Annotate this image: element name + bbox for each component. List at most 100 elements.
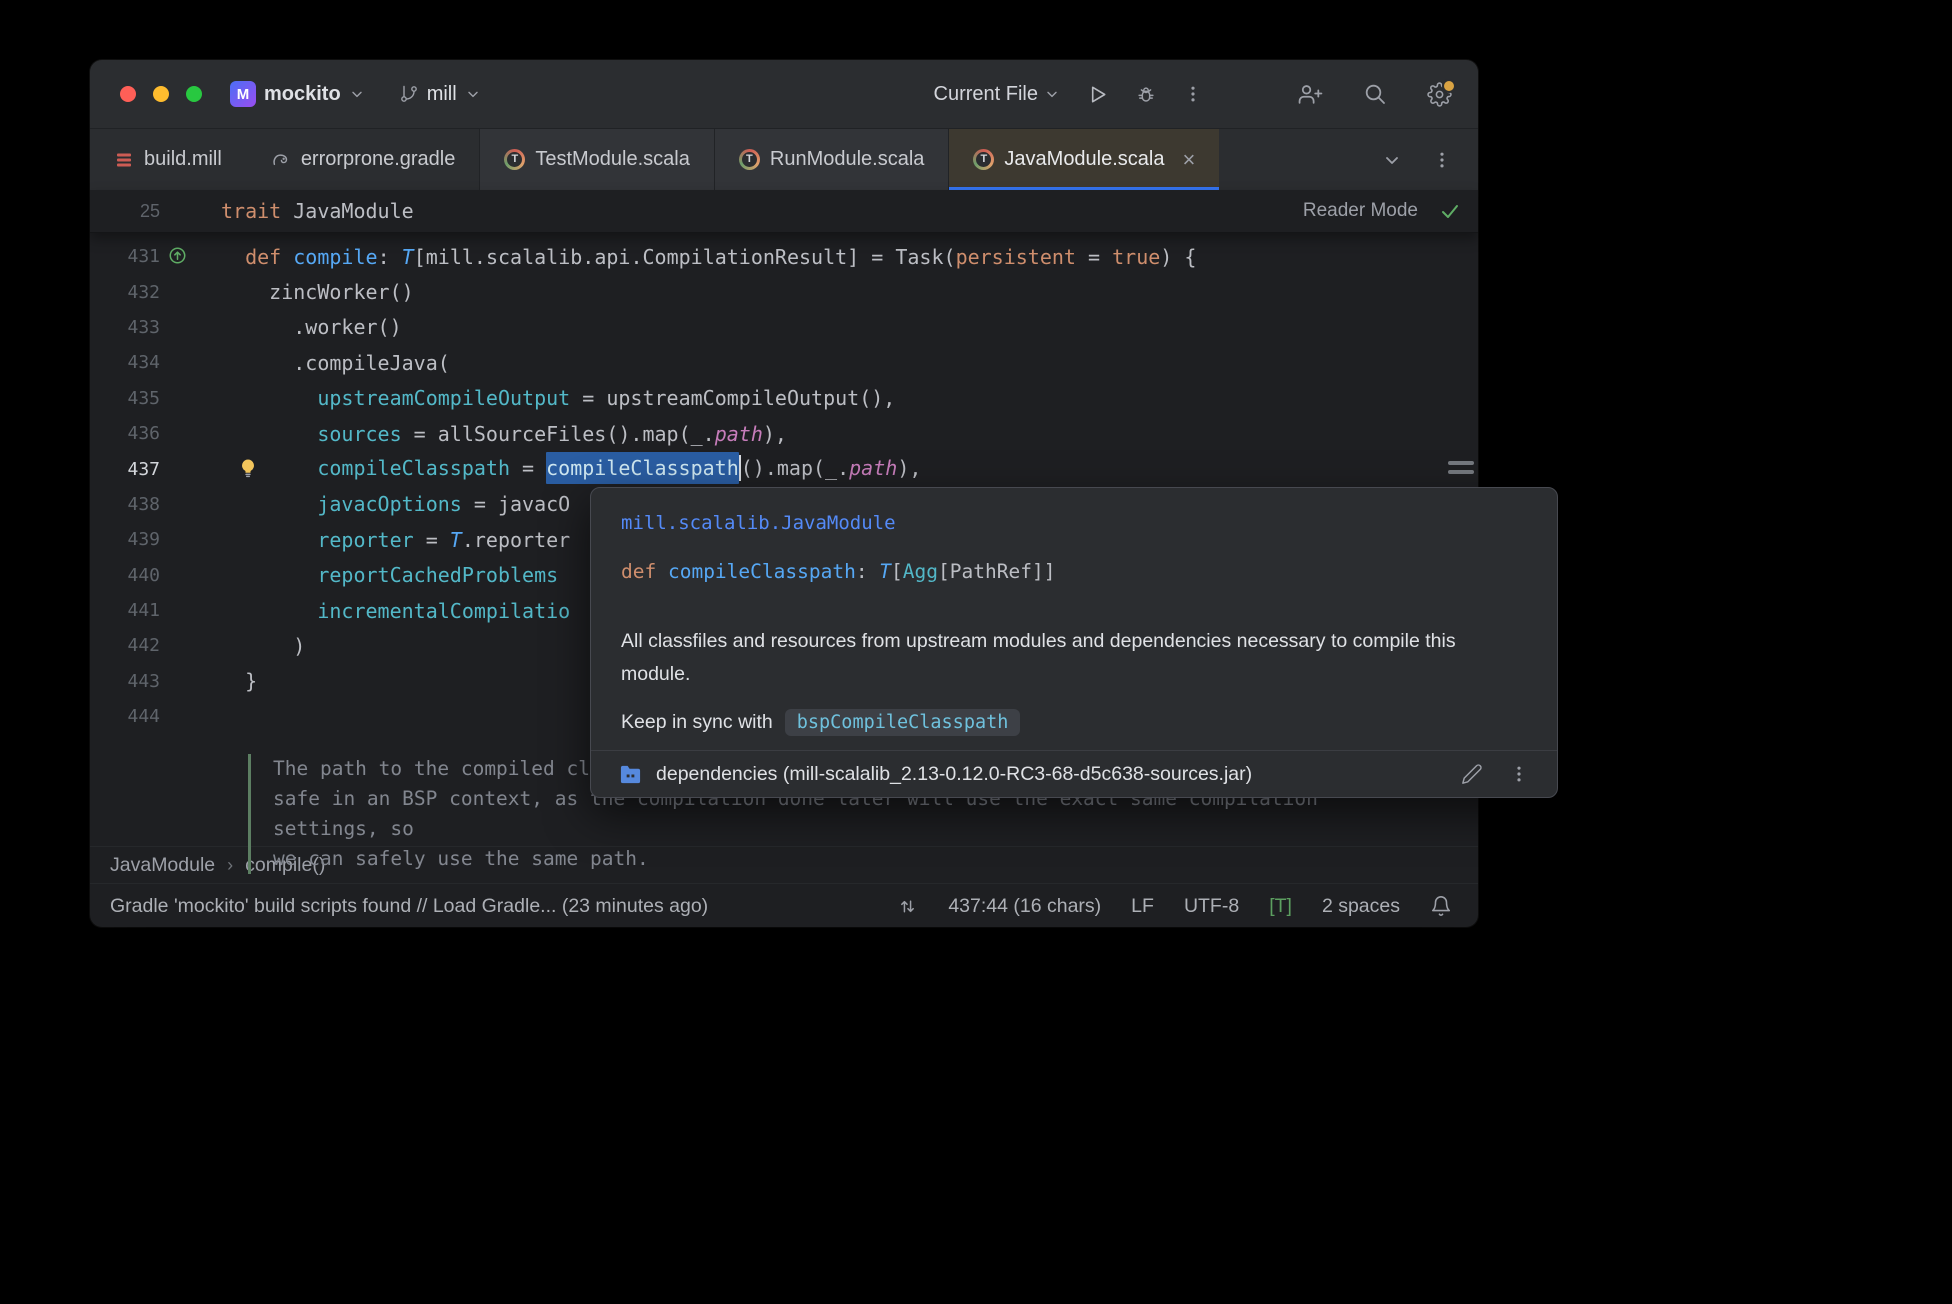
tab-options-menu[interactable] bbox=[1432, 150, 1452, 170]
code-with-me-icon[interactable] bbox=[1298, 82, 1323, 107]
editor-mode-widgets: Reader Mode bbox=[1303, 200, 1478, 222]
line-number[interactable]: 436 bbox=[90, 423, 160, 444]
code-text[interactable]: upstreamCompileOutput = upstreamCompileO… bbox=[221, 386, 895, 410]
scala-trait-icon: T bbox=[504, 149, 526, 170]
gutter bbox=[160, 310, 221, 345]
gutter bbox=[160, 593, 221, 628]
tab-bar-actions bbox=[1382, 129, 1478, 190]
tab-javamodule-scala[interactable]: T JavaModule.scala × bbox=[948, 129, 1220, 190]
tab-label: errorprone.gradle bbox=[300, 148, 456, 170]
library-folder-icon bbox=[619, 763, 642, 786]
code-text[interactable]: def compile: T[mill.scalalib.api.Compila… bbox=[221, 245, 1196, 269]
tab-label: JavaModule.scala bbox=[1004, 148, 1165, 170]
line-number[interactable]: 431 bbox=[90, 246, 160, 267]
status-bar: Gradle 'mockito' build scripts found // … bbox=[90, 883, 1478, 928]
mill-file-icon bbox=[114, 150, 134, 170]
settings-gear-icon[interactable] bbox=[1427, 78, 1456, 107]
tab-errorprone-gradle[interactable]: errorprone.gradle bbox=[246, 129, 480, 190]
search-everywhere-icon[interactable] bbox=[1363, 82, 1387, 106]
scala-trait-icon: T bbox=[973, 149, 995, 170]
edit-pencil-icon[interactable] bbox=[1461, 763, 1483, 785]
debug-button[interactable] bbox=[1135, 83, 1157, 105]
code-text[interactable]: .worker() bbox=[221, 315, 401, 339]
code-line-433[interactable]: 433 .worker() bbox=[90, 310, 1478, 345]
gutter bbox=[160, 664, 221, 699]
line-number[interactable]: 433 bbox=[90, 317, 160, 338]
caret-position-widget[interactable]: 437:44 (16 chars) bbox=[948, 895, 1101, 918]
text-caret bbox=[738, 455, 741, 482]
run-toolbar: Current File bbox=[934, 83, 1203, 106]
encoding-widget[interactable]: UTF-8 bbox=[1184, 895, 1239, 918]
code-line-431[interactable]: 431 def compile: T[mill.scalalib.api.Com… bbox=[90, 239, 1478, 274]
line-separator-widget[interactable]: LF bbox=[1131, 895, 1154, 918]
more-actions-menu[interactable] bbox=[1183, 84, 1203, 104]
vcs-branch-widget[interactable]: mill bbox=[399, 83, 481, 106]
code-text[interactable]: ) bbox=[221, 634, 305, 658]
doc-more-menu[interactable] bbox=[1509, 764, 1529, 784]
hidden-tabs-chevron-icon[interactable] bbox=[1382, 150, 1402, 170]
sticky-declaration-line[interactable]: 25 trait JavaModule Reader Mode bbox=[90, 190, 1478, 233]
status-message[interactable]: Gradle 'mockito' build scripts found // … bbox=[110, 895, 708, 918]
code-text[interactable]: compileClasspath = compileClasspath ().ma… bbox=[221, 451, 921, 484]
tab-testmodule-scala[interactable]: T TestModule.scala bbox=[479, 129, 714, 190]
line-number[interactable]: 443 bbox=[90, 671, 160, 692]
branch-name: mill bbox=[426, 82, 457, 105]
notifications-bell-icon[interactable] bbox=[1430, 895, 1452, 917]
code-text[interactable]: .compileJava( bbox=[221, 351, 450, 375]
tab-label: build.mill bbox=[144, 148, 222, 170]
implementing-marker-icon[interactable] bbox=[168, 246, 187, 270]
close-tab-icon[interactable]: × bbox=[1183, 148, 1196, 171]
line-number[interactable]: 437 bbox=[90, 459, 160, 480]
code-line-435[interactable]: 435 upstreamCompileOutput = upstreamComp… bbox=[90, 381, 1478, 416]
line-number[interactable]: 439 bbox=[90, 529, 160, 550]
code-text[interactable]: sources = allSourceFiles().map(_.path), bbox=[221, 422, 787, 446]
line-number[interactable]: 444 bbox=[90, 706, 160, 727]
code-text[interactable]: reporter = T.reporter bbox=[221, 528, 570, 552]
line-number[interactable]: 438 bbox=[90, 494, 160, 515]
maximize-window-button[interactable] bbox=[186, 86, 202, 102]
line-number[interactable]: 440 bbox=[90, 565, 160, 586]
code-text[interactable]: incrementalCompilatio bbox=[221, 599, 570, 623]
chevron-down-icon bbox=[349, 86, 365, 102]
line-number[interactable]: 432 bbox=[90, 282, 160, 303]
minimize-window-button[interactable] bbox=[153, 86, 169, 102]
code-text[interactable]: javacOptions = javacO bbox=[221, 492, 570, 516]
gutter bbox=[160, 239, 221, 274]
gutter bbox=[160, 345, 221, 380]
close-window-button[interactable] bbox=[120, 86, 136, 102]
run-button[interactable] bbox=[1086, 83, 1109, 106]
project-icon: M bbox=[230, 81, 256, 107]
code-text[interactable]: reportCachedProblems bbox=[221, 563, 558, 587]
doc-description: All classfiles and resources from upstre… bbox=[621, 630, 1456, 685]
line-number[interactable]: 435 bbox=[90, 388, 160, 409]
git-branch-icon bbox=[399, 84, 419, 104]
code-line-434[interactable]: 434 .compileJava( bbox=[90, 345, 1478, 380]
doc-comment-line: we can safely use the same path. bbox=[273, 847, 649, 871]
run-configuration-selector[interactable]: Current File bbox=[934, 83, 1060, 106]
code-line-432[interactable]: 432 zincWorker() bbox=[90, 274, 1478, 309]
tab-runmodule-scala[interactable]: T RunModule.scala bbox=[713, 129, 949, 190]
code-text[interactable]: zincWorker() bbox=[221, 280, 414, 304]
gutter bbox=[160, 628, 221, 663]
intention-bulb-icon[interactable] bbox=[238, 458, 258, 483]
reader-mode-label[interactable]: Reader Mode bbox=[1303, 200, 1418, 222]
doc-code-chip[interactable]: bspCompileClasspath bbox=[784, 709, 1021, 736]
code-line-436[interactable]: 436 sources = allSourceFiles().map(_.pat… bbox=[90, 416, 1478, 451]
doc-attachment-text[interactable]: dependencies (mill-scalalib_2.13-0.12.0-… bbox=[656, 763, 1252, 786]
indent-widget[interactable]: 2 spaces bbox=[1322, 895, 1400, 918]
line-number[interactable]: 442 bbox=[90, 635, 160, 656]
code-text[interactable]: } bbox=[221, 669, 257, 693]
code-line-437[interactable]: 437 compileClasspath = compileClasspath(… bbox=[90, 451, 1478, 486]
type-aware-highlighting-widget[interactable]: [T] bbox=[1269, 895, 1292, 918]
breadcrumb-item-class[interactable]: JavaModule bbox=[110, 854, 215, 877]
breadcrumb-separator-icon: › bbox=[227, 854, 234, 875]
project-widget[interactable]: M mockito bbox=[230, 81, 365, 107]
tab-build-mill[interactable]: build.mill bbox=[90, 129, 246, 190]
sync-arrows-icon[interactable] bbox=[897, 896, 918, 917]
line-number[interactable]: 441 bbox=[90, 600, 160, 621]
inspections-ok-check-icon[interactable] bbox=[1440, 201, 1460, 221]
line-number[interactable]: 434 bbox=[90, 352, 160, 373]
doc-owner-link[interactable]: mill.scalalib.JavaModule bbox=[621, 512, 1527, 534]
sticky-line-number: 25 bbox=[139, 200, 160, 221]
gutter bbox=[160, 487, 221, 522]
